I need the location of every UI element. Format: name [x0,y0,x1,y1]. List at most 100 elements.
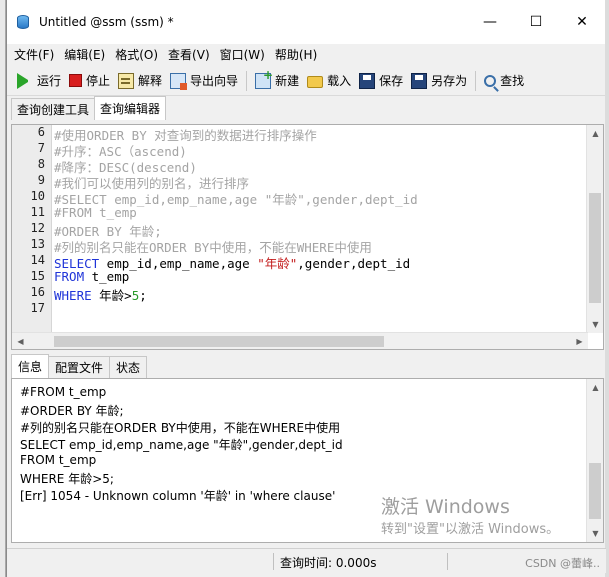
export-wizard-label: 导出向导 [190,74,239,88]
scroll-thumb[interactable] [589,463,601,519]
line-number: 13 [30,237,45,251]
code-from-line: FROM t_emp [54,269,129,284]
minimize-icon: — [483,14,497,30]
save-as-icon [411,72,428,89]
scroll-down-icon[interactable]: ▼ [587,525,603,542]
save-as-button[interactable]: 另存为 [407,69,471,93]
maximize-icon: ☐ [529,14,543,30]
play-icon [17,72,33,89]
line-number: 7 [37,141,45,155]
keyword-where: WHERE [54,288,92,303]
message-line: SELECT emp_id,emp_name,age "年龄",gender,d… [20,438,343,452]
navicat-query-window: Untitled @ssm (ssm) * — ☐ ✕ 文件(F) 编辑(E) … [6,0,606,577]
line-number-gutter: 6 7 8 9 10 11 12 13 14 15 16 17 [12,125,52,333]
run-label: 运行 [37,74,62,88]
save-as-label: 另存为 [431,74,468,88]
status-bar: 查询时间: 0.000s CSDN @蕾峰.. [7,548,606,573]
scroll-thumb[interactable] [54,336,384,347]
scroll-up-icon[interactable]: ▲ [587,379,603,396]
new-label: 新建 [275,74,300,88]
toolbar-separator [246,70,248,91]
menu-format[interactable]: 格式(O) [110,44,163,66]
scroll-up-icon[interactable]: ▲ [587,125,603,142]
message-line: #FROM t_emp [20,385,107,399]
tab-info[interactable]: 信息 [11,354,50,378]
background-window-edge-right [605,0,609,577]
explain-button[interactable]: 解释 [114,69,166,93]
editor-horizontal-scrollbar[interactable]: ◀ ▶ [12,332,588,349]
save-label: 保存 [379,74,404,88]
scroll-left-icon[interactable]: ◀ [12,333,29,349]
run-button[interactable]: 运行 [11,69,65,93]
query-time: 查询时间: 0.000s [280,556,377,570]
new-button[interactable]: 新建 [251,68,303,93]
stop-label: 停止 [86,74,111,88]
alias-string: "年龄" [257,256,298,271]
menu-edit[interactable]: 编辑(E) [59,44,110,66]
status-separator [447,553,448,570]
line-number: 15 [30,269,45,283]
sql-editor[interactable]: 6 7 8 9 10 11 12 13 14 15 16 17 #使用ORDER… [11,124,604,350]
tab-query-editor[interactable]: 查询编辑器 [94,96,167,120]
line-number: 9 [37,173,45,187]
code-comment-line: #FROM t_emp [54,205,137,220]
activate-windows-watermark: 激活 Windows [381,496,510,518]
table-name: t_emp [84,269,130,284]
scroll-down-icon[interactable]: ▼ [587,316,603,333]
menu-file[interactable]: 文件(F) [9,44,59,66]
load-label: 载入 [327,74,352,88]
tab-status[interactable]: 状态 [109,356,148,378]
explain-label: 解释 [138,74,163,88]
search-icon [484,74,497,87]
line-number: 16 [30,285,45,299]
column-list-rest: ,gender,dept_id [297,256,411,271]
scroll-thumb[interactable] [589,193,601,303]
editor-tabs: 查询创建工具 查询编辑器 [7,96,605,120]
tab-profile[interactable]: 配置文件 [48,356,111,378]
explain-icon [118,72,135,89]
find-label: 查找 [500,74,525,88]
line-number: 10 [30,189,45,203]
editor-vertical-scrollbar[interactable]: ▲ ▼ [586,125,603,333]
activate-windows-hint: 转到"设置"以激活 Windows。 [381,522,560,537]
window-title: Untitled @ssm (ssm) * [39,15,174,29]
save-icon [359,72,376,89]
toolbar: 运行 停止 解释 导出向导 新建 载入 保存 另存为 [7,66,605,96]
export-wizard-button[interactable]: 导出向导 [166,69,242,93]
save-button[interactable]: 保存 [355,69,407,93]
line-number: 8 [37,157,45,171]
load-button[interactable]: 载入 [303,69,355,93]
find-button[interactable]: 查找 [480,69,528,93]
error-message-line: [Err] 1054 - Unknown column '年龄' in 'whe… [20,489,336,503]
toolbar-separator [475,70,477,91]
keyword-from: FROM [54,269,85,284]
close-icon: ✕ [576,14,588,30]
menu-view[interactable]: 查看(V) [163,44,215,66]
csdn-credit: CSDN @蕾峰.. [525,557,600,570]
message-line: #ORDER BY 年龄; [20,404,124,418]
menu-window[interactable]: 窗口(W) [215,44,270,66]
stop-icon [69,74,83,87]
message-line: WHERE 年龄>5; [20,472,114,486]
close-button[interactable]: ✕ [559,0,605,44]
menu-help[interactable]: 帮助(H) [270,44,322,66]
scroll-right-icon[interactable]: ▶ [571,333,588,349]
new-query-icon [255,68,273,89]
tab-query-builder[interactable]: 查询创建工具 [11,98,96,120]
line-number: 6 [37,125,45,139]
message-line: #列的别名只能在ORDER BY中使用，不能在WHERE中使用 [20,421,341,435]
line-number: 17 [30,301,45,315]
minimize-button[interactable]: — [467,0,513,44]
code-where-line: WHERE 年龄>5; [54,285,147,304]
line-number: 11 [30,205,45,219]
title-bar: Untitled @ssm (ssm) * — ☐ ✕ [7,0,605,44]
where-condition: 年龄> [91,288,132,303]
export-icon [170,72,188,90]
maximize-button[interactable]: ☐ [513,0,559,44]
message-vertical-scrollbar[interactable]: ▲ ▼ [586,379,603,542]
message-line: FROM t_emp [20,453,97,467]
stop-button[interactable]: 停止 [65,69,114,93]
database-app-icon [15,14,31,30]
folder-icon [307,76,324,88]
status-separator [273,553,274,570]
